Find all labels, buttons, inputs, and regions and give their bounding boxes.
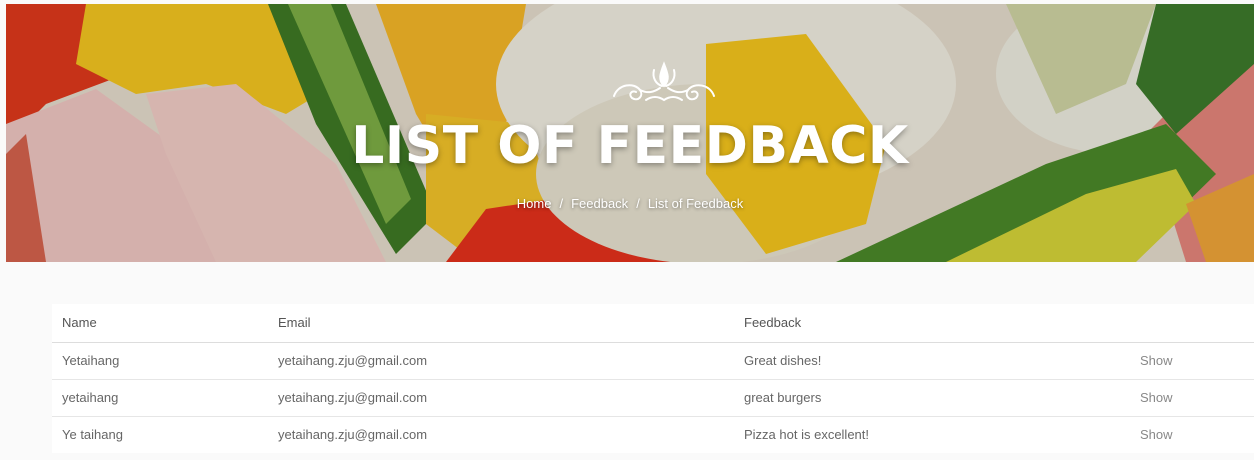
header-feedback: Feedback [734, 304, 1130, 343]
feedback-table: Name Email Feedback Yetaihang yetaihang.… [52, 304, 1254, 453]
ornament-icon [613, 61, 715, 102]
breadcrumb-feedback[interactable]: Feedback [571, 196, 628, 211]
breadcrumb-separator: / [559, 196, 564, 211]
breadcrumb-current: List of Feedback [647, 196, 744, 211]
table-header-row: Name Email Feedback [52, 304, 1254, 343]
cell-name: Yetaihang [52, 342, 268, 380]
table-row: Yetaihang yetaihang.zju@gmail.com Great … [52, 342, 1254, 380]
header-email: Email [268, 304, 734, 343]
breadcrumb-home[interactable]: Home [517, 196, 552, 211]
cell-feedback: Great dishes! [734, 342, 1130, 380]
feedback-table-container: Name Email Feedback Yetaihang yetaihang.… [52, 304, 1254, 453]
header-action [1130, 304, 1254, 343]
cell-feedback: Pizza hot is excellent! [744, 427, 870, 443]
breadcrumb-separator: / [636, 196, 640, 211]
hero-banner: LIST OF FEEDBACK Home / Feedback / List of F… [6, 4, 1254, 262]
breadcrumb: Home / Feedback / List of Feedback [6, 196, 1254, 211]
table-row: Ye taihang yetaihang.zju@gmail.com Pizza… [52, 416, 1254, 453]
cell-email: yetaihang.zju@gmail.com [268, 379, 734, 417]
cell-email: yetaihang.zju@gmail.com [268, 342, 734, 380]
cell-name: Ye taihang [62, 427, 123, 443]
table-row: yetaihang yetaihang.zju@gmail.com great … [52, 379, 1254, 417]
header-name: Name [52, 304, 268, 343]
cell-name: yetaihang [52, 379, 268, 417]
page-title: LIST OF FEEDBACK [351, 116, 909, 176]
show-link[interactable]: Show [1140, 353, 1173, 368]
show-link[interactable]: Show [1140, 390, 1173, 405]
cell-email: yetaihang.zju@gmail.com [278, 427, 428, 443]
show-link[interactable]: Show [1140, 427, 1173, 442]
cell-feedback: great burgers [734, 379, 1130, 417]
